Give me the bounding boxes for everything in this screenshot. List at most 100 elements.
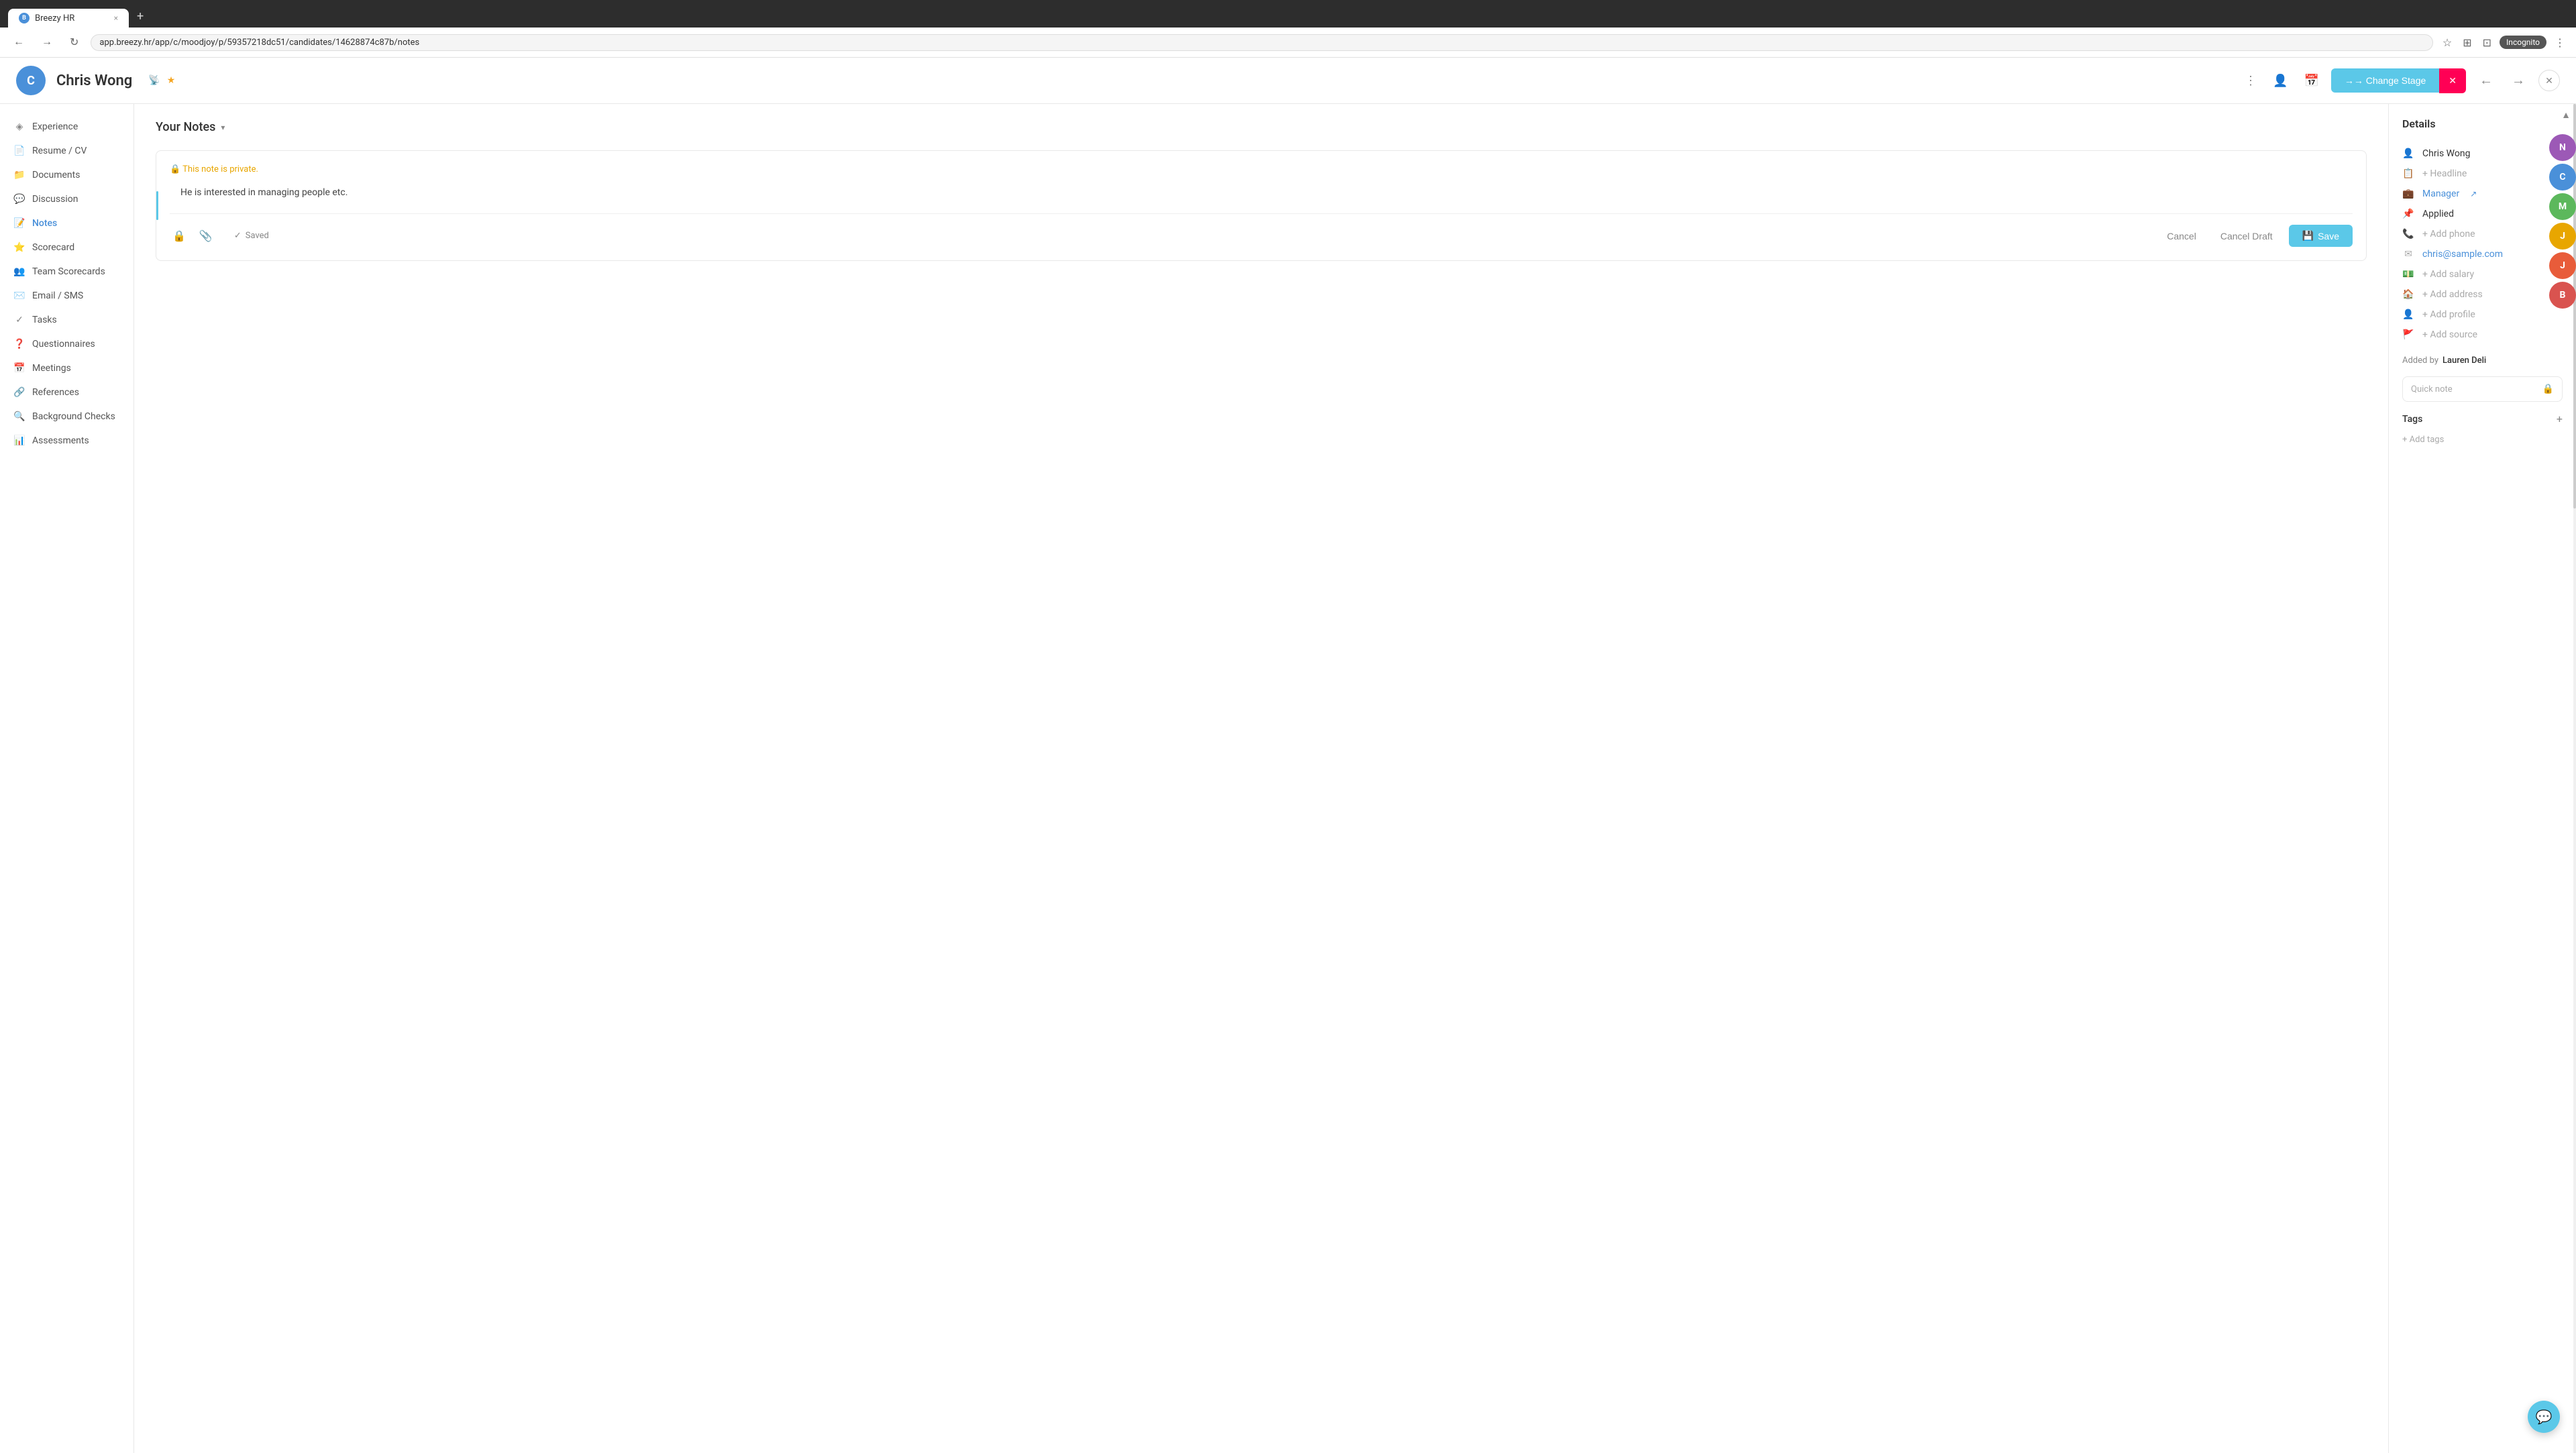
cancel-draft-btn[interactable]: Cancel Draft [2212, 225, 2281, 247]
sidebar-item-label: Team Scorecards [32, 266, 105, 277]
sidebar-item-references[interactable]: 🔗 References [0, 380, 133, 405]
profile-placeholder[interactable]: + Add profile [2422, 309, 2475, 320]
saved-label: Saved [246, 231, 269, 241]
sidebar-item-label: Meetings [32, 363, 71, 374]
detail-row-address[interactable]: 🏠 + Add address [2402, 284, 2563, 305]
salary-placeholder[interactable]: + Add salary [2422, 269, 2474, 280]
sidebar-item-meetings[interactable]: 📅 Meetings [0, 356, 133, 380]
source-icon: 🚩 [2402, 329, 2414, 340]
header-actions: ⋮ 👤 📅 →→ Change Stage ✕ ← → ✕ [2241, 68, 2560, 93]
next-candidate-btn[interactable]: → [2506, 70, 2530, 91]
sidebar-item-resume[interactable]: 📄 Resume / CV [0, 139, 133, 163]
attach-btn[interactable]: 📎 [197, 227, 215, 246]
change-stage-group: →→ Change Stage ✕ [2331, 68, 2466, 93]
sidebar-item-experience[interactable]: ◈ Experience [0, 115, 133, 139]
sidebar-item-notes[interactable]: 📝 Notes [0, 211, 133, 235]
tags-header: Tags + [2402, 413, 2563, 425]
address-text: app.breezy.hr/app/c/moodjoy/p/59357218dc… [99, 38, 419, 48]
sidebar-item-tasks[interactable]: ✓ Tasks [0, 308, 133, 332]
sidebar-item-scorecard[interactable]: ⭐ Scorecard [0, 235, 133, 260]
phone-icon: 📞 [2402, 229, 2414, 239]
detail-row-source[interactable]: 🚩 + Add source [2402, 325, 2563, 345]
new-tab-btn[interactable]: + [130, 5, 150, 28]
close-candidate-btn[interactable]: ✕ [2538, 70, 2560, 91]
change-stage-btn[interactable]: →→ Change Stage [2331, 68, 2439, 93]
phone-placeholder[interactable]: + Add phone [2422, 229, 2475, 239]
note-content[interactable]: He is interested in managing people etc. [170, 185, 2353, 200]
sidebar-item-label: Notes [32, 218, 57, 229]
background-checks-icon: 🔍 [13, 411, 25, 422]
sidebar-item-team-scorecards[interactable]: 👥 Team Scorecards [0, 260, 133, 284]
manager-link[interactable]: Manager [2422, 189, 2459, 199]
add-tags-btn[interactable]: + Add tags [2402, 435, 2444, 445]
change-stage-label: →→ Change Stage [2345, 75, 2426, 86]
save-icon: 💾 [2302, 230, 2314, 241]
sidebar-item-documents[interactable]: 📁 Documents [0, 163, 133, 187]
sidebar-item-label: Background Checks [32, 411, 115, 422]
assessments-icon: 📊 [13, 435, 25, 446]
calendar-btn[interactable]: 📅 [2300, 70, 2322, 92]
active-tab[interactable]: B Breezy HR × [8, 9, 129, 28]
note-divider [156, 191, 158, 220]
main-content: ◈ Experience 📄 Resume / CV 📁 Documents 💬… [0, 104, 2576, 1453]
layout-icon[interactable]: ⊡ [2480, 34, 2494, 52]
headline-placeholder[interactable]: + Headline [2422, 168, 2467, 179]
more-actions-btn[interactable]: ⋮ [2241, 70, 2261, 92]
person-icon: 👤 [2402, 148, 2414, 159]
notes-dropdown-btn[interactable]: ▾ [221, 123, 225, 132]
added-by-label: Added by [2402, 356, 2438, 366]
tab-close-btn[interactable]: × [114, 13, 118, 23]
back-btn[interactable]: ← [8, 34, 30, 51]
save-btn[interactable]: 💾 Save [2289, 225, 2353, 247]
references-icon: 🔗 [13, 387, 25, 398]
profile-icon: 👤 [2402, 309, 2414, 320]
sidebar-item-label: Tasks [32, 315, 57, 325]
rss-icon[interactable]: 📡 [148, 75, 160, 86]
float-avatar-b[interactable]: B [2549, 282, 2576, 309]
chat-bubble-btn[interactable]: 💬 [2528, 1401, 2560, 1433]
extensions-icon[interactable]: ⊞ [2460, 34, 2474, 52]
detail-row-profile[interactable]: 👤 + Add profile [2402, 305, 2563, 325]
add-person-btn[interactable]: 👤 [2269, 70, 2292, 92]
email-link[interactable]: chris@sample.com [2422, 249, 2503, 260]
refresh-btn[interactable]: ↻ [64, 33, 84, 52]
float-avatar-n[interactable]: N [2549, 134, 2576, 161]
browser-toolbar: ← → ↻ app.breezy.hr/app/c/moodjoy/p/5935… [0, 28, 2576, 58]
content-area: Your Notes ▾ 🔒 This note is private. He … [134, 104, 2388, 1453]
sidebar-item-background-checks[interactable]: 🔍 Background Checks [0, 405, 133, 429]
quick-note-input[interactable]: Quick note 🔒 [2402, 376, 2563, 402]
sidebar-item-assessments[interactable]: 📊 Assessments [0, 429, 133, 453]
manager-external-link-icon[interactable]: ↗ [2470, 189, 2477, 199]
source-placeholder[interactable]: + Add source [2422, 329, 2477, 340]
float-avatar-j2[interactable]: J [2549, 252, 2576, 279]
forward-btn[interactable]: → [36, 34, 58, 51]
detail-row-headline[interactable]: 📋 + Headline [2402, 164, 2563, 184]
sidebar-scroll-up-btn[interactable]: ▲ [2561, 109, 2571, 121]
detail-row-name: 👤 Chris Wong [2402, 144, 2563, 164]
float-avatar-m[interactable]: M [2549, 193, 2576, 220]
sidebar-item-questionnaires[interactable]: ❓ Questionnaires [0, 332, 133, 356]
added-by-name: Lauren Deli [2443, 356, 2486, 366]
star-icon[interactable]: ☆ [2440, 34, 2455, 52]
address-placeholder[interactable]: + Add address [2422, 289, 2483, 300]
app-container: C Chris Wong 📡 ★ ⋮ 👤 📅 →→ Change Stage ✕… [0, 58, 2576, 1453]
tags-add-btn[interactable]: + [2557, 413, 2563, 425]
float-avatar-c[interactable]: C [2549, 164, 2576, 191]
sidebar-item-email-sms[interactable]: ✉️ Email / SMS [0, 284, 133, 308]
detail-row-salary[interactable]: 💵 + Add salary [2402, 264, 2563, 284]
lock-note-btn[interactable]: 🔒 [170, 227, 189, 246]
header-icons: 📡 ★ [148, 75, 175, 86]
sidebar-item-discussion[interactable]: 💬 Discussion [0, 187, 133, 211]
cancel-btn[interactable]: Cancel [2159, 225, 2204, 247]
float-avatar-j1[interactable]: J [2549, 223, 2576, 250]
detail-row-email: ✉ chris@sample.com [2402, 244, 2563, 264]
details-sidebar: ▲ Details 👤 Chris Wong 📋 + Headline 💼 Ma… [2388, 104, 2576, 1453]
more-options-icon[interactable]: ⋮ [2552, 34, 2568, 52]
meetings-icon: 📅 [13, 363, 25, 374]
stage-icon-btn[interactable]: ✕ [2439, 68, 2466, 93]
star-favorite-icon[interactable]: ★ [167, 75, 176, 86]
detail-row-phone[interactable]: 📞 + Add phone [2402, 224, 2563, 244]
tab-title: Breezy HR [35, 13, 74, 23]
address-bar[interactable]: app.breezy.hr/app/c/moodjoy/p/59357218dc… [91, 34, 2432, 51]
prev-candidate-btn[interactable]: ← [2474, 70, 2498, 91]
